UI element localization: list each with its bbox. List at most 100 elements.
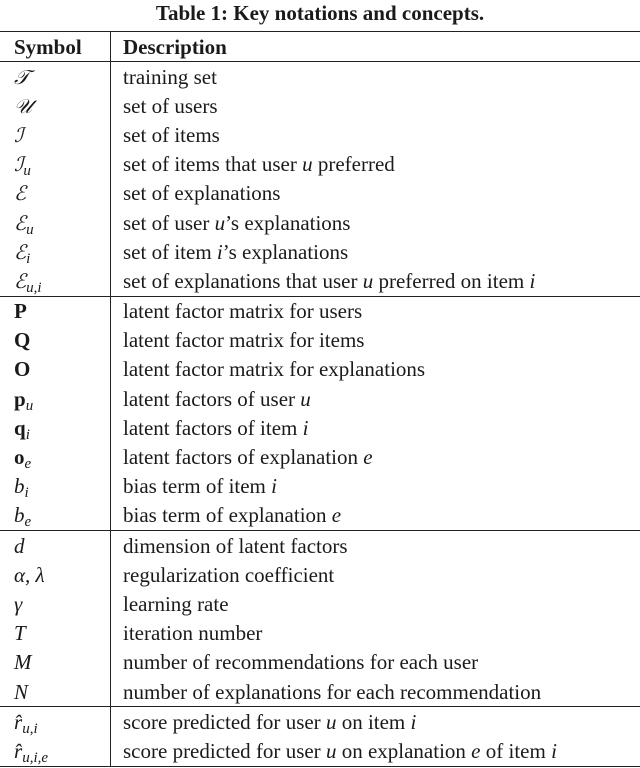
table-row: ℰu,i set of explanations that user u pref…: [0, 266, 640, 296]
description-cell: set of items: [123, 122, 220, 147]
symbol-base: r̂: [14, 709, 23, 734]
symbol-cell: ℰ: [0, 178, 111, 208]
symbol-subscript: u: [26, 221, 34, 238]
description-cell: set of explanations: [123, 181, 281, 206]
header-symbol: Symbol: [0, 31, 111, 62]
symbol-cell: ℐ: [0, 120, 111, 150]
description-cell: bias term of item i: [123, 474, 277, 499]
table-caption: Table 1: Key notations and concepts.: [155, 1, 485, 25]
symbol-cell: T: [0, 618, 111, 648]
description-cell: iteration number: [123, 621, 263, 646]
symbol-cell: 𝒯: [0, 61, 111, 92]
description-cell: score predicted for user u on explanatio…: [123, 738, 557, 763]
table-row: be bias term of explanation e: [0, 500, 640, 531]
description-cell: latent factor matrix for items: [123, 328, 365, 353]
table-row: Platent factor matrix for users: [0, 296, 640, 326]
symbol-base: p: [14, 386, 26, 411]
symbol-cell: 𝒰: [0, 91, 111, 121]
symbol-cell: N: [0, 676, 111, 707]
symbol-subscript: u,i,e: [22, 749, 49, 766]
description-cell: latent factor matrix for users: [123, 299, 363, 324]
symbol-cell: ℐu: [0, 149, 111, 180]
symbol-cell: r̂u,i: [0, 706, 111, 737]
header-description: Description: [123, 34, 227, 59]
symbol-base: 𝒯: [14, 64, 30, 89]
symbol-cell: ℰu: [0, 207, 111, 238]
symbol-base: O: [14, 357, 31, 382]
symbol-subscript: u,i: [26, 279, 42, 296]
symbol-base: ℰ: [14, 181, 27, 206]
table-row: Nnumber of explanations for each recomme…: [0, 676, 640, 707]
symbol-cell: r̂u,i,e: [0, 736, 111, 766]
symbol-base: α, λ: [14, 562, 45, 587]
symbol-base: ℐ: [14, 122, 24, 147]
symbol-subscript: u,i: [22, 720, 38, 737]
table-row: ℐu set of items that user u preferred: [0, 149, 640, 180]
table-row: Qlatent factor matrix for items: [0, 325, 640, 355]
table-row: ℰi set of item i’s explanations: [0, 237, 640, 267]
description-cell: number of recommendations for each user: [123, 650, 479, 675]
table-row: ℐset of items: [0, 120, 640, 150]
description-cell: latent factors of item i: [123, 415, 309, 440]
table-row: 𝒰set of users: [0, 91, 640, 121]
table-row: oe latent factors of explanation e: [0, 442, 640, 473]
description-cell: latent factors of explanation e: [123, 445, 373, 470]
symbol-cell: O: [0, 354, 111, 385]
table-row: qi latent factors of item i: [0, 413, 640, 443]
symbol-cell: Q: [0, 325, 111, 355]
table-row: r̂u,i score predicted for user u on item …: [0, 706, 640, 737]
symbol-subscript: i: [24, 485, 29, 502]
symbol-cell: ℰu,i: [0, 266, 111, 296]
symbol-cell: P: [0, 296, 111, 326]
symbol-subscript: e: [24, 456, 32, 473]
symbol-cell: ℰi: [0, 237, 111, 267]
symbol-subscript: i: [25, 426, 30, 443]
symbol-base: γ: [14, 591, 23, 616]
table-row: d dimension of latent factors: [0, 530, 640, 561]
symbol-base: ℐ: [14, 152, 24, 177]
symbol-base: ℰ: [14, 268, 27, 293]
table-row: pu latent factors of user u: [0, 384, 640, 414]
symbol-base: Q: [14, 328, 31, 353]
symbol-cell: bi: [0, 471, 111, 502]
description-cell: set of items that user u preferred: [123, 152, 395, 177]
symbol-cell: γ: [0, 589, 111, 619]
description-cell: latent factor matrix for explanations: [123, 357, 426, 382]
table-row: α, λ regularization coefficient: [0, 560, 640, 590]
table-row: ℰu set of user u’s explanations: [0, 207, 640, 238]
symbol-base: ℰ: [14, 239, 27, 264]
symbol-base: T: [14, 621, 26, 646]
table-row: 𝒯training set: [0, 61, 640, 92]
symbol-subscript: u: [23, 163, 31, 180]
description-cell: regularization coefficient: [123, 562, 335, 587]
symbol-cell: oe: [0, 442, 111, 473]
symbol-base: r̂: [14, 738, 23, 763]
symbol-base: P: [14, 299, 27, 324]
symbol-base: b: [14, 503, 25, 528]
table-row: Titeration number: [0, 618, 640, 648]
description-cell: number of explanations for each recommen…: [123, 679, 542, 704]
table-row: γ learning rate: [0, 589, 640, 619]
symbol-base: ℰ: [14, 210, 27, 235]
description-cell: score predicted for user u on item i: [123, 709, 417, 734]
description-cell: learning rate: [123, 591, 229, 616]
description-cell: dimension of latent factors: [123, 533, 348, 558]
symbol-base: o: [14, 445, 25, 470]
table-header-row: Symbol Description: [0, 31, 640, 62]
notation-table: Symbol Description 𝒯training set 𝒰set of …: [0, 31, 640, 767]
symbol-cell: qi: [0, 413, 111, 443]
description-cell: bias term of explanation e: [123, 503, 342, 528]
description-cell: set of item i’s explanations: [123, 239, 349, 264]
description-cell: set of users: [123, 93, 218, 118]
description-cell: set of explanations that user u preferre…: [123, 268, 536, 293]
table-row: r̂u,i,e score predicted for user u on exp…: [0, 736, 640, 766]
description-cell: set of user u’s explanations: [123, 210, 351, 235]
symbol-subscript: u: [25, 397, 34, 414]
symbol-cell: pu: [0, 384, 111, 414]
symbol-cell: M: [0, 647, 111, 677]
symbol-base: b: [14, 474, 25, 499]
table-row: Mnumber of recommendations for each user: [0, 647, 640, 677]
symbol-subscript: e: [24, 514, 32, 531]
description-cell: latent factors of user u: [123, 386, 311, 411]
description-cell: training set: [123, 64, 217, 89]
